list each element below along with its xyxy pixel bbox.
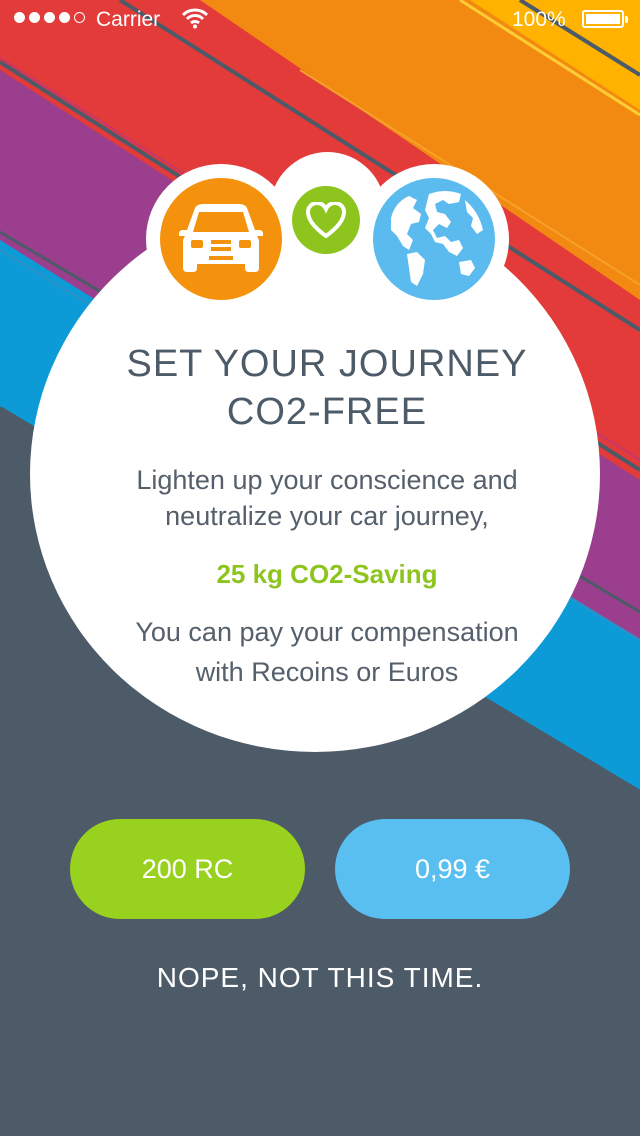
card-title: SET YOUR JOURNEY CO2-FREE (60, 340, 594, 436)
description-line-1: Lighten up your conscience and (136, 465, 518, 495)
decline-link[interactable]: NOPE, NOT THIS TIME. (0, 962, 640, 994)
heart-icon (292, 186, 360, 254)
battery-percentage: 100% (512, 8, 566, 31)
pay-with-recoins-label: 200 RC (141, 853, 234, 884)
pay-with-euros-button[interactable]: 0,99 € (335, 819, 570, 919)
pay-with-recoins-button[interactable]: 200 RC (70, 819, 305, 919)
card-title-line-2: CO2-FREE (226, 391, 428, 433)
battery-icon (582, 10, 628, 28)
card-content: SET YOUR JOURNEY CO2-FREE Lighten up you… (60, 340, 594, 692)
status-bar: Carrier 100% (0, 0, 640, 40)
wifi-icon (181, 7, 209, 35)
card-title-line-1: SET YOUR JOURNEY (126, 343, 528, 385)
carrier-label: Carrier (96, 8, 161, 31)
card-description: Lighten up your conscience and neutraliz… (60, 462, 594, 534)
co2-saving-label: 25 kg CO2-Saving (216, 559, 438, 589)
payment-info: You can pay your compensation with Recoi… (60, 612, 594, 692)
car-icon (160, 178, 282, 300)
payment-info-line-1: You can pay your compensation (135, 617, 519, 647)
signal-strength-icon (14, 12, 85, 23)
globe-icon (373, 178, 495, 300)
payment-info-line-2: with Recoins or Euros (195, 657, 459, 687)
description-line-2: neutralize your car journey, (165, 501, 489, 531)
pay-with-euros-label: 0,99 € (414, 853, 491, 884)
